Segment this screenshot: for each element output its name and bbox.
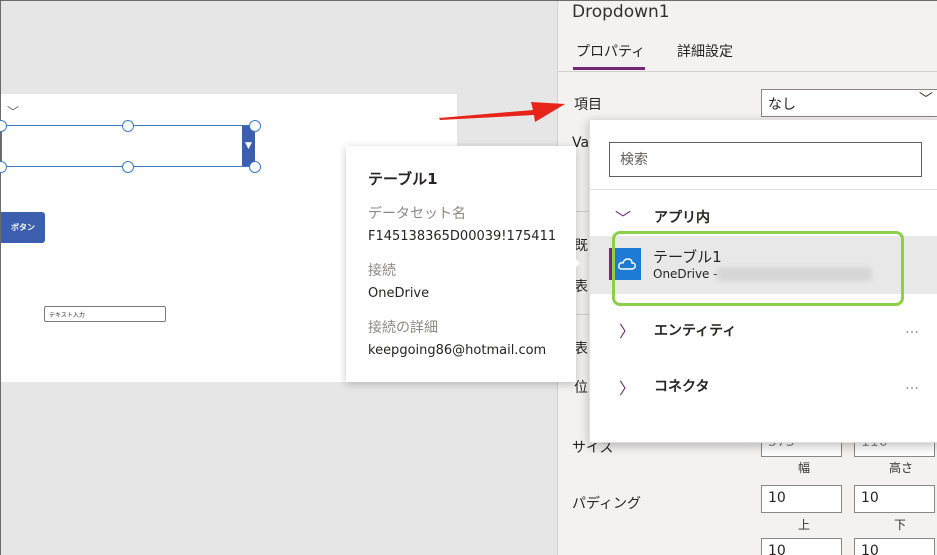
- padding-label: パディング: [572, 496, 642, 512]
- tab-advanced[interactable]: 詳細設定: [677, 41, 733, 61]
- display-label-2: 表: [574, 341, 588, 357]
- more-icon[interactable]: …: [905, 377, 919, 393]
- annotation-highlight: [612, 231, 904, 306]
- connection-detail-label: 接続の詳細: [368, 320, 438, 336]
- control-name-title[interactable]: Dropdown1: [572, 2, 670, 22]
- search-input[interactable]: 検索: [609, 142, 922, 177]
- padding-top-input[interactable]: 10: [761, 485, 842, 513]
- items-label: 項目: [574, 97, 602, 113]
- chevron-down-icon[interactable]: ﹀: [615, 205, 631, 229]
- chevron-down-icon: ﹀: [7, 105, 20, 119]
- group-entities[interactable]: エンティティ: [654, 320, 736, 340]
- display-label: 表: [574, 279, 588, 295]
- dropdown-chevron-icon[interactable]: ▼: [242, 126, 255, 166]
- dataset-label: データセット名: [368, 206, 466, 222]
- card-pointer: [571, 254, 580, 272]
- active-tab-indicator: [573, 67, 645, 70]
- annotation-arrow: [439, 102, 565, 122]
- resize-handle[interactable]: [122, 120, 134, 132]
- group-in-app[interactable]: アプリ内: [654, 207, 710, 227]
- padding-right-input[interactable]: 10: [854, 538, 935, 555]
- top-label: 上: [798, 518, 811, 532]
- resize-handle[interactable]: [122, 161, 134, 173]
- chevron-down-icon[interactable]: ﹀: [919, 89, 933, 109]
- items-select[interactable]: なし: [761, 89, 937, 117]
- connection-detail-value: keepgoing86@hotmail.com: [368, 343, 547, 358]
- padding-left-input[interactable]: 10: [761, 538, 842, 555]
- card-title: テーブル1: [368, 170, 438, 188]
- divider: [558, 71, 937, 72]
- resize-handle[interactable]: [249, 161, 261, 173]
- divider: [590, 189, 937, 190]
- canvas-button[interactable]: ボタン: [1, 212, 45, 243]
- dataset-value: F145138365D00039!175411: [368, 229, 557, 244]
- table-info-card: テーブル1 データセット名 F145138365D00039!175411 接続…: [346, 146, 576, 382]
- chevron-right-icon[interactable]: 〉: [619, 318, 635, 342]
- default-label: 既: [574, 238, 588, 254]
- group-connectors[interactable]: コネクタ: [654, 376, 709, 396]
- height-label: 高さ: [889, 461, 914, 475]
- tab-properties[interactable]: プロパティ: [576, 41, 645, 61]
- resize-handle[interactable]: [249, 120, 261, 132]
- canvas-text-input[interactable]: テキスト入力: [44, 306, 166, 322]
- connection-value: OneDrive: [368, 286, 430, 301]
- connection-label: 接続: [368, 263, 396, 279]
- position-label: 位: [574, 380, 588, 396]
- more-icon[interactable]: …: [905, 321, 919, 337]
- padding-bottom-input[interactable]: 10: [854, 485, 935, 513]
- width-label: 幅: [798, 461, 811, 475]
- bottom-label: 下: [894, 518, 907, 532]
- chevron-right-icon[interactable]: 〉: [619, 375, 635, 399]
